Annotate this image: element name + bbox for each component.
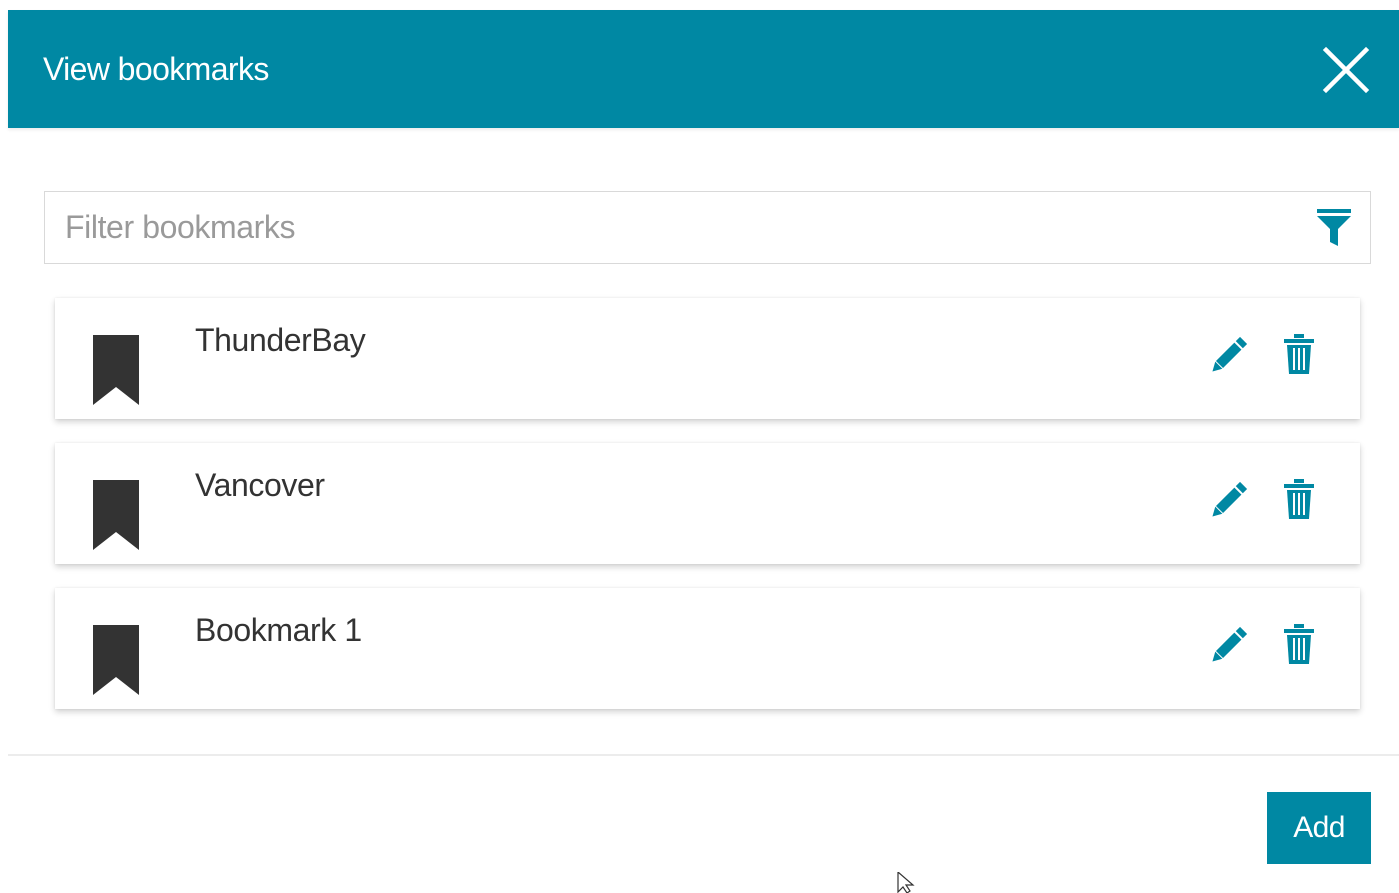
add-bookmark-button[interactable]: Add	[1267, 792, 1371, 864]
bookmark-item[interactable]: Vancover	[55, 443, 1360, 564]
pencil-icon[interactable]	[1208, 626, 1248, 666]
bookmark-list: ThunderBay Vancover Bookmark 1	[55, 298, 1360, 733]
bookmarks-dialog: View bookmarks ThunderBay	[8, 10, 1399, 893]
close-icon	[1322, 46, 1370, 94]
filter-box	[44, 191, 1371, 264]
footer-divider	[8, 754, 1399, 756]
bookmark-name[interactable]: Bookmark 1	[195, 610, 362, 650]
bookmark-name[interactable]: Vancover	[195, 465, 325, 505]
bookmark-icon	[93, 480, 139, 550]
filter-bookmarks-input[interactable]	[45, 192, 1305, 263]
bookmark-icon	[93, 335, 139, 405]
pencil-icon[interactable]	[1208, 481, 1248, 521]
bookmark-item[interactable]: ThunderBay	[55, 298, 1360, 419]
bookmark-name[interactable]: ThunderBay	[195, 320, 366, 360]
trash-icon[interactable]	[1283, 624, 1315, 664]
dialog-header: View bookmarks	[8, 10, 1399, 128]
trash-icon[interactable]	[1283, 479, 1315, 519]
filter-funnel-icon[interactable]	[1317, 209, 1351, 247]
bookmark-item[interactable]: Bookmark 1	[55, 588, 1360, 709]
bookmark-icon	[93, 625, 139, 695]
close-button[interactable]	[1320, 44, 1372, 96]
mouse-cursor-icon	[897, 872, 915, 893]
pencil-icon[interactable]	[1208, 336, 1248, 376]
trash-icon[interactable]	[1283, 334, 1315, 374]
dialog-title: View bookmarks	[43, 51, 269, 87]
